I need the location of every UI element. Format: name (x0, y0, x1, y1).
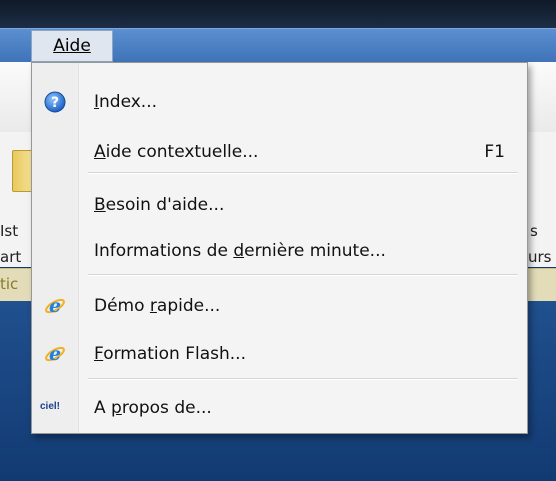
aide-dropdown-menu: ? Index... Aide contextuelle... F1 Besoi… (31, 62, 528, 434)
menu-separator (88, 172, 518, 174)
menu-item-label: Démo rapide... (94, 296, 221, 316)
left-label-1: Ist (0, 222, 19, 240)
svg-text:e: e (49, 295, 61, 317)
status-left-text: tic (0, 275, 19, 293)
menu-item-aide-contextuelle[interactable]: Aide contextuelle... F1 (32, 133, 527, 173)
right-label-1: s (530, 222, 538, 240)
menu-item-label: Besoin d'aide... (94, 195, 225, 215)
menu-item-besoin-d-aide[interactable]: Besoin d'aide... (32, 186, 527, 226)
menu-separator (88, 378, 518, 380)
menu-item-label: A propos de... (94, 398, 212, 418)
ciel-logo-text: ciel! (40, 401, 61, 412)
internet-explorer-icon: e (44, 343, 66, 365)
internet-explorer-icon: e (44, 295, 66, 317)
ciel-logo-icon: ciel! (40, 401, 68, 423)
menu-item-label: Index... (94, 92, 158, 112)
menu-item-a-propos-de[interactable]: ciel! A propos de... (32, 389, 527, 429)
menu-item-label: Informations de dernière minute... (94, 241, 386, 261)
window-title-bar (0, 0, 556, 28)
menu-item-label: Formation Flash... (94, 344, 246, 364)
shortcut-f1: F1 (484, 142, 505, 162)
menu-item-index[interactable]: ? Index... (32, 83, 527, 123)
right-label-2: urs (528, 248, 552, 266)
menu-separator (88, 274, 518, 276)
menu-item-formation-flash[interactable]: e Formation Flash... (32, 335, 527, 375)
menu-item-demo-rapide[interactable]: e Démo rapide... (32, 287, 527, 327)
menu-aide-label: Aide (53, 36, 91, 56)
menu-item-label: Aide contextuelle... (94, 142, 259, 162)
help-question-icon: ? (44, 91, 66, 113)
menu-item-informations-derniere-minute[interactable]: Informations de dernière minute... (32, 232, 527, 272)
svg-text:e: e (49, 343, 61, 365)
left-label-2: art (0, 248, 22, 266)
menu-aide[interactable]: Aide (31, 30, 113, 62)
svg-text:?: ? (51, 95, 59, 111)
